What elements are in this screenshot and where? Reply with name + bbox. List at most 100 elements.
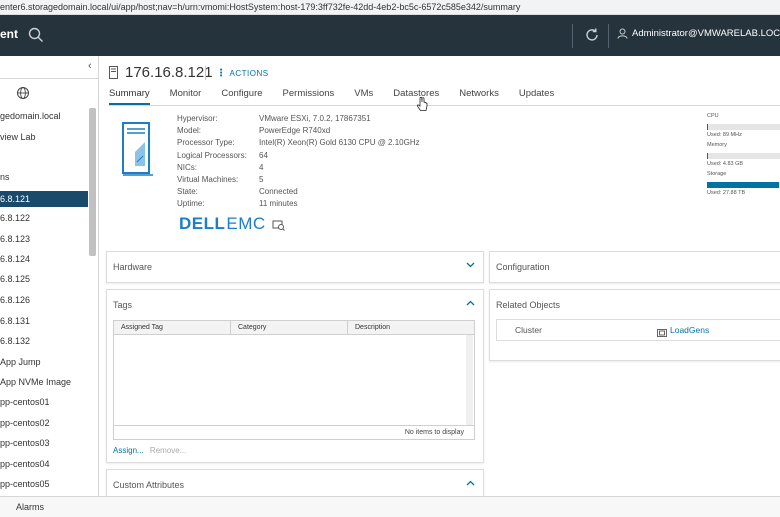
cluster-link[interactable]: LoadGens xyxy=(657,320,709,340)
tree-item-label: pp-centos01 xyxy=(0,397,50,407)
tree-item-vm[interactable]: App Jump xyxy=(0,354,88,370)
inventory-sidebar: ‹ gedomain.local view Lab ns 6.8.121 6.8… xyxy=(0,56,99,496)
globe-icon[interactable] xyxy=(16,86,30,100)
host-info-values: VMware ESXi, 7.0.2, 17867351 PowerEdge R… xyxy=(259,113,420,211)
table-footer: No items to display xyxy=(114,425,474,439)
panel-title: Hardware xyxy=(113,262,153,272)
storage-used: Used: 27.88 TB xyxy=(707,190,746,196)
host-info-labels: Hypervisor: Model: Processor Type: Logic… xyxy=(177,113,247,211)
tree-item-host[interactable]: 6.8.132 xyxy=(0,333,88,349)
storage-usage-fill xyxy=(707,182,779,188)
chevron-up-icon[interactable] xyxy=(466,480,475,486)
cluster-name: LoadGens xyxy=(670,325,710,335)
assign-tag-link[interactable]: Assign... xyxy=(113,446,144,455)
actions-button[interactable]: ⋮ ACTIONS xyxy=(216,68,269,79)
tree-item-label: 6.8.121 xyxy=(0,194,31,204)
info-label: Virtual Machines: xyxy=(177,175,239,185)
tree-item-datacenter[interactable]: view Lab xyxy=(0,129,88,145)
memory-used: Used: 4.83 GB xyxy=(707,161,744,167)
column-header[interactable]: Category xyxy=(231,321,348,334)
memory-label: Memory xyxy=(707,142,727,148)
processor-value: Intel(R) Xeon(R) Gold 6130 CPU @ 2.10GHz xyxy=(259,138,420,148)
browser-url-bar[interactable]: enter6.storagedomain.local/ui/app/host;n… xyxy=(0,0,780,15)
app-title: ent xyxy=(0,27,18,41)
cpu-used: Used: 89 MHz xyxy=(707,132,742,138)
virtual-machines-value: 5 xyxy=(259,175,264,185)
tab-permissions[interactable]: Permissions xyxy=(283,85,335,103)
tree-item-host[interactable]: 6.8.126 xyxy=(0,292,88,308)
vendor-logo: DELL EMC xyxy=(179,214,285,234)
memory-usage-fill xyxy=(707,153,709,159)
user-menu[interactable]: Administrator@VMWARELAB.LOCAL xyxy=(617,28,780,39)
tree-item-label: 6.8.124 xyxy=(0,254,31,264)
column-header[interactable]: Description xyxy=(348,321,474,334)
empty-message: No items to display xyxy=(404,429,464,436)
chevron-down-icon[interactable] xyxy=(466,262,475,268)
tree-item-label: pp-centos04 xyxy=(0,459,50,469)
tree-item-label: 6.8.131 xyxy=(0,316,31,326)
actions-label: ACTIONS xyxy=(229,69,269,78)
tree-item-vm[interactable]: pp-centos01 xyxy=(0,394,88,410)
tree-item-label: 6.8.125 xyxy=(0,274,31,284)
table-scrollbar[interactable] xyxy=(466,335,473,425)
tab-configure[interactable]: Configure xyxy=(221,85,262,103)
tab-summary[interactable]: Summary xyxy=(109,85,150,105)
related-object-row: Cluster LoadGens xyxy=(496,319,780,341)
tab-monitor[interactable]: Monitor xyxy=(170,85,202,103)
tree-item-vm[interactable]: pp-centos05 xyxy=(0,476,88,492)
table-header: Assigned Tag Category Description xyxy=(114,321,474,335)
tab-networks[interactable]: Networks xyxy=(459,85,499,103)
column-header[interactable]: Assigned Tag xyxy=(114,321,231,334)
tree-item-host[interactable]: 6.8.131 xyxy=(0,313,88,329)
panel-title: Custom Attributes xyxy=(113,480,185,490)
logical-processors-value: 64 xyxy=(259,150,268,160)
nav-divider xyxy=(572,24,573,48)
tree-item-host[interactable]: 6.8.125 xyxy=(0,271,88,287)
cpu-usage-bar xyxy=(707,124,780,130)
tree-item-label: 6.8.123 xyxy=(0,234,31,244)
alarms-tab[interactable]: Alarms xyxy=(16,497,44,517)
info-label: Model: xyxy=(177,126,202,136)
tree-item-vcenter[interactable]: gedomain.local xyxy=(0,108,88,124)
tree-item-host[interactable]: 6.8.122 xyxy=(0,210,88,226)
tree-item-host-selected[interactable]: 6.8.121 xyxy=(0,191,88,207)
nav-divider xyxy=(608,24,609,48)
tree-item-vm[interactable]: pp-centos02 xyxy=(0,415,88,431)
capacity-usage: CPU Used: 89 MHz Memory Used: 4.83 GB St… xyxy=(707,113,780,200)
hardware-panel[interactable]: Hardware xyxy=(106,251,484,283)
tree-item-label: gedomain.local xyxy=(0,111,61,121)
collapse-sidebar-icon[interactable]: ‹ xyxy=(88,60,92,72)
tree-item-host[interactable]: 6.8.124 xyxy=(0,251,88,267)
user-name: Administrator@VMWARELAB.LOCAL xyxy=(632,28,780,39)
tree-item-label: 6.8.126 xyxy=(0,295,31,305)
host-icon xyxy=(109,66,118,79)
refresh-icon[interactable] xyxy=(584,27,600,43)
page-title: 176.16.8.121 xyxy=(125,64,213,81)
tree-item-vm[interactable]: pp-centos03 xyxy=(0,435,88,451)
tag-actions: Assign... Remove... xyxy=(113,446,186,455)
info-label: Processor Type: xyxy=(177,138,235,148)
tree-item-label: view Lab xyxy=(0,132,36,142)
tree-item-label: App Jump xyxy=(0,357,41,367)
tree-item-host[interactable]: 6.8.123 xyxy=(0,231,88,247)
related-object-key: Cluster xyxy=(515,325,542,335)
vendor-logo-part2: EMC xyxy=(226,214,266,233)
search-icon[interactable] xyxy=(28,27,44,43)
kebab-icon: ⋮ xyxy=(216,68,227,79)
tab-updates[interactable]: Updates xyxy=(519,85,554,103)
sidebar-scrollbar[interactable] xyxy=(89,108,96,256)
info-label: Uptime: xyxy=(177,199,205,209)
tree-item-label: 6.8.122 xyxy=(0,213,31,223)
remove-tag-link[interactable]: Remove... xyxy=(150,446,186,455)
chevron-up-icon[interactable] xyxy=(466,300,475,306)
tree-item-vm[interactable]: pp-centos04 xyxy=(0,456,88,472)
related-objects-panel: Related Objects Cluster LoadGens xyxy=(489,289,780,361)
user-icon xyxy=(617,28,628,39)
configuration-panel[interactable]: Configuration xyxy=(489,251,780,283)
panel-title: Related Objects xyxy=(496,300,561,310)
support-icon[interactable] xyxy=(272,218,285,231)
tree-item-vm[interactable]: App NVMe Image xyxy=(0,374,88,390)
nics-value: 4 xyxy=(259,162,264,172)
tree-item-cluster[interactable]: ns xyxy=(0,169,88,185)
tab-vms[interactable]: VMs xyxy=(354,85,373,103)
